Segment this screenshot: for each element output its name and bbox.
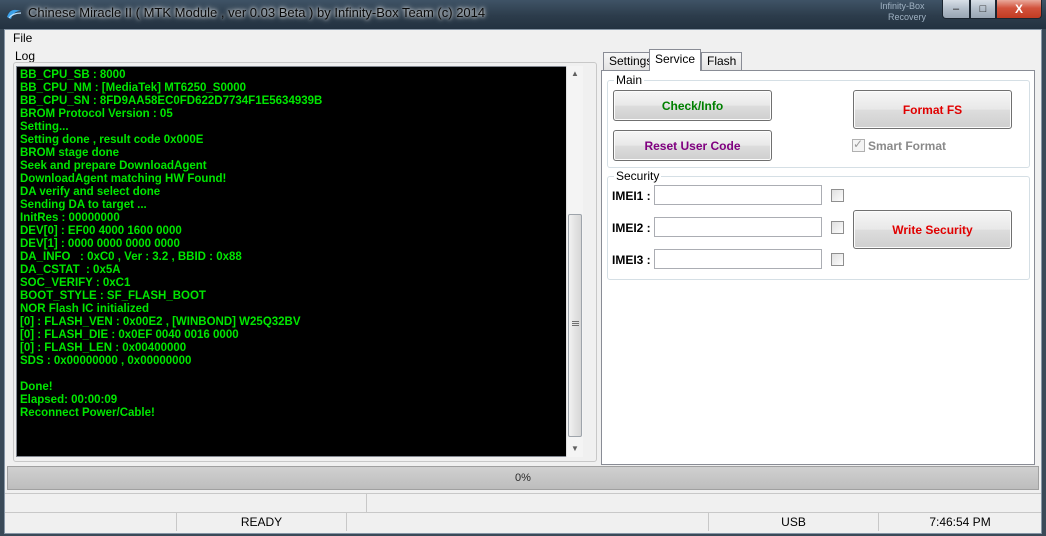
log-line: SDS : 0x00000000 , 0x00000000 [20,355,192,367]
imei2-checkbox[interactable] [831,221,844,234]
log-line: SOC_VERIFY : 0xC1 [20,277,131,289]
status-time: 7:46:54 PM [879,512,1041,531]
imei2-input[interactable] [654,217,822,237]
log-output[interactable]: BB_CPU_SB : 8000 BB_CPU_NM : [MediaTek] M… [16,66,583,457]
log-line: DA verify and select done [20,186,161,198]
log-line: [0] : FLASH_LEN : 0x00400000 [20,342,187,354]
log-line: Done! [20,381,53,393]
imei1-label: IMEI1 : [612,189,651,203]
status-bar-lower: READY USB 7:46:54 PM [5,512,1041,531]
progress-text: 0% [515,472,531,484]
maximize-button[interactable]: □ [970,0,996,19]
imei1-checkbox[interactable] [831,189,844,202]
log-line: DEV[1] : 0000 0000 0000 0000 [20,238,180,250]
title-bar[interactable]: Chinese Miracle II ( MTK Module , ver 0.… [0,0,1046,29]
log-line: BOOT_STYLE : SF_FLASH_BOOT [20,290,206,302]
status-panel [5,493,367,512]
security-group-title: Security [614,169,662,183]
imei3-input[interactable] [654,249,822,269]
log-line: Setting done , result code 0x000E [20,134,204,146]
log-line: Reconnect Power/Cable! [20,407,155,419]
log-line: InitRes : 00000000 [20,212,120,224]
caption-buttons: – □ X [942,0,1042,19]
tab-flash[interactable]: Flash [701,52,743,70]
checkmark-icon: ✓ [853,137,864,151]
tab-service[interactable]: Service [649,49,702,71]
maximize-icon: □ [979,3,987,15]
log-line: Sending DA to target ... [20,199,147,211]
write-security-button[interactable]: Write Security [853,210,1012,249]
close-button[interactable]: X [996,0,1042,19]
scroll-thumb[interactable] [568,214,582,437]
main-group-title: Main [614,73,645,87]
log-line: BB_CPU_SB : 8000 [20,69,126,81]
log-line: BB_CPU_SN : 8FD9AA58EC0FD622D7734F1E5634… [20,95,323,107]
log-line: DA_INFO : 0xC0 , Ver : 3.2 , BBID : 0x88 [20,251,242,263]
status-panel [5,512,177,531]
status-panel [347,512,709,531]
menu-file[interactable]: File [13,31,32,45]
client-area: File Log BB_CPU_SB : 8000 BB_CPU_NM : [Me… [4,29,1042,534]
status-bar-upper [5,493,1041,512]
status-panel [367,493,1041,512]
log-scrollbar[interactable]: ▲ ▼ [566,66,583,457]
smart-format-checkbox[interactable]: ✓ [852,137,865,152]
scroll-down-arrow-icon[interactable]: ▼ [567,441,583,457]
background-window-text: Recovery [888,12,927,22]
log-line: Setting... [20,121,69,133]
smart-format-label: Smart Format [868,139,947,153]
minimize-button[interactable]: – [942,0,970,19]
progress-bar: 0% [7,466,1039,490]
imei2-label: IMEI2 : [612,221,651,235]
format-fs-button[interactable]: Format FS [853,90,1012,129]
log-group-title: Log [15,49,36,63]
log-line: [0] : FLASH_VEN : 0x00E2 , [WINBOND] W25… [20,316,301,328]
status-connection: USB [709,512,879,531]
log-line: BROM Protocol Version : 05 [20,108,173,120]
log-line: BROM stage done [20,147,120,159]
log-line: DEV[0] : EF00 4000 1600 0000 [20,225,182,237]
reset-user-code-button[interactable]: Reset User Code [613,130,772,161]
status-ready: READY [177,512,347,531]
log-line: DA_CSTAT : 0x5A [20,264,121,276]
minimize-icon: – [952,3,960,15]
log-line: DownloadAgent matching HW Found! [20,173,227,185]
log-line: NOR Flash IC initialized [20,303,150,315]
menu-bar: File [5,30,1041,46]
check-info-button[interactable]: Check/Info [613,90,772,121]
window-title: Chinese Miracle II ( MTK Module , ver 0.… [28,5,486,20]
scroll-up-arrow-icon[interactable]: ▲ [567,66,583,82]
imei3-label: IMEI3 : [612,253,651,267]
imei3-checkbox[interactable] [831,253,844,266]
service-tab-panel: Main Check/Info Format FS Reset User Cod… [601,70,1035,465]
close-icon: X [1014,2,1023,16]
app-window: Chinese Miracle II ( MTK Module , ver 0.… [0,0,1046,536]
app-logo-icon [7,9,22,19]
log-line: BB_CPU_NM : [MediaTek] MT6250_S0000 [20,82,247,94]
background-window-text: Infinity-Box [880,1,925,11]
scroll-grip-icon [572,321,579,322]
log-line: [0] : FLASH_DIE : 0x0EF 0040 0016 0000 [20,329,239,341]
log-line: Seek and prepare DownloadAgent [20,160,207,172]
log-line: Elapsed: 00:00:09 [20,394,118,406]
imei1-input[interactable] [654,185,822,205]
